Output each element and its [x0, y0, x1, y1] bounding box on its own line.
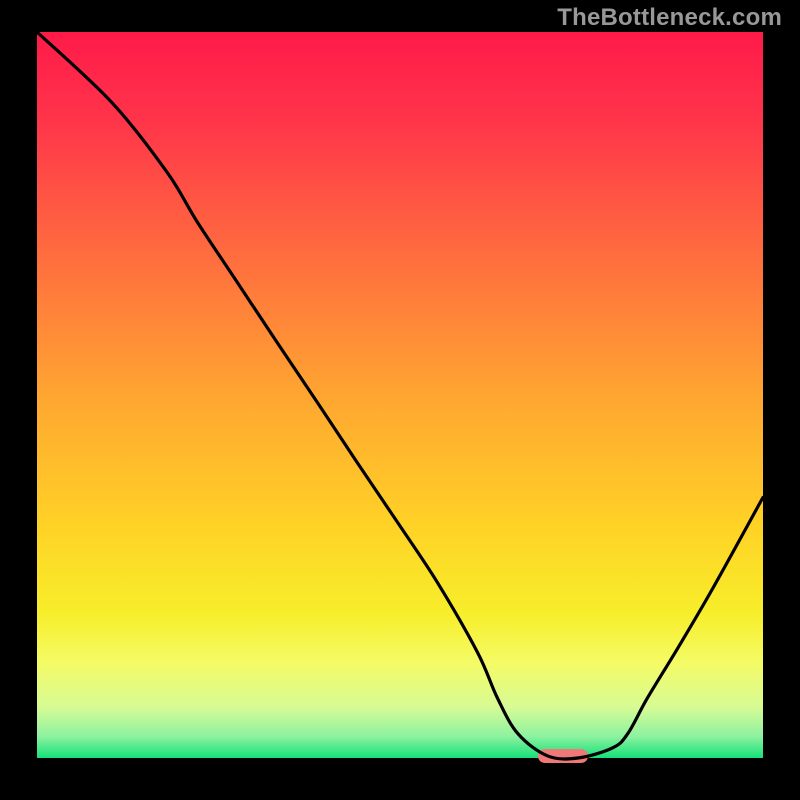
bottleneck-chart	[0, 0, 800, 800]
plot-background	[37, 32, 763, 758]
chart-stage: TheBottleneck.com	[0, 0, 800, 800]
